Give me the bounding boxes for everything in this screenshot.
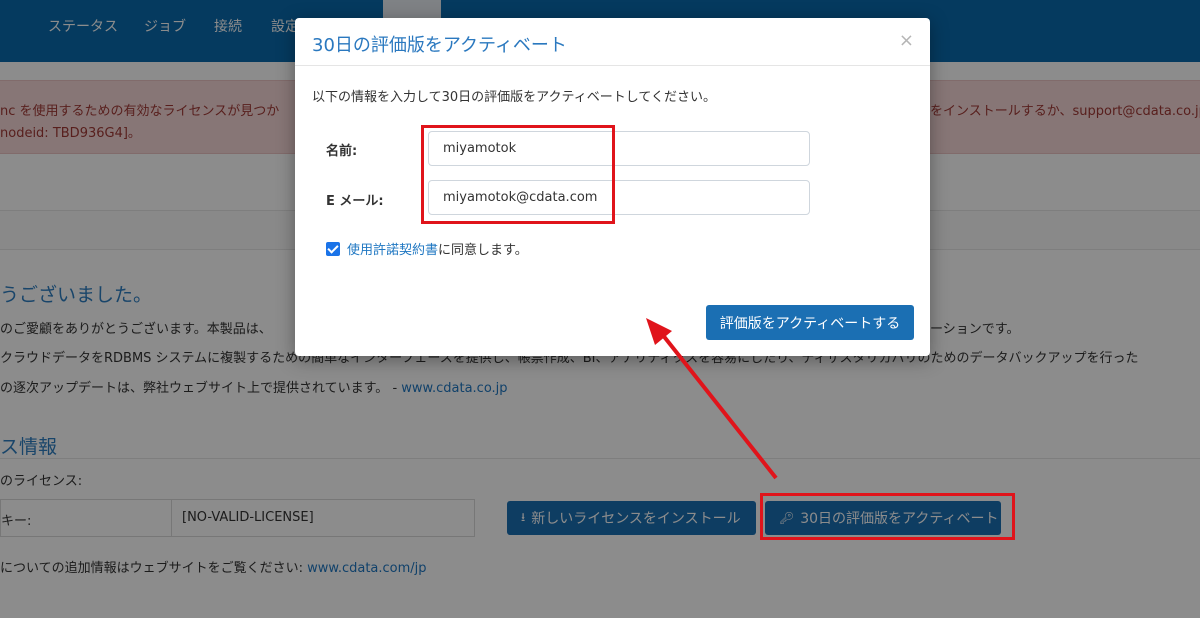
name-label: 名前: — [326, 144, 358, 159]
inputs-highlight-box — [421, 125, 615, 224]
close-icon[interactable]: × — [899, 30, 914, 51]
dialog-title: 30日の評価版をアクティベート — [312, 35, 567, 56]
agree-text: に同意します。 — [438, 243, 528, 258]
license-agreement-link[interactable]: 使用許諾契約書 — [347, 239, 438, 258]
dialog-instructions: 以下の情報を入力して30日の評価版をアクティベートしてください。 — [312, 90, 716, 105]
trial-button-highlight-box — [760, 493, 1015, 540]
email-label: E メール: — [326, 194, 384, 209]
activate-trial-submit-button[interactable]: 評価版をアクティベートする — [706, 305, 914, 340]
license-agreement-row: 使用許諾契約書 に同意します。 — [326, 239, 528, 258]
dialog-header: 30日の評価版をアクティベート × — [295, 18, 930, 66]
agree-checkbox[interactable] — [326, 241, 340, 256]
